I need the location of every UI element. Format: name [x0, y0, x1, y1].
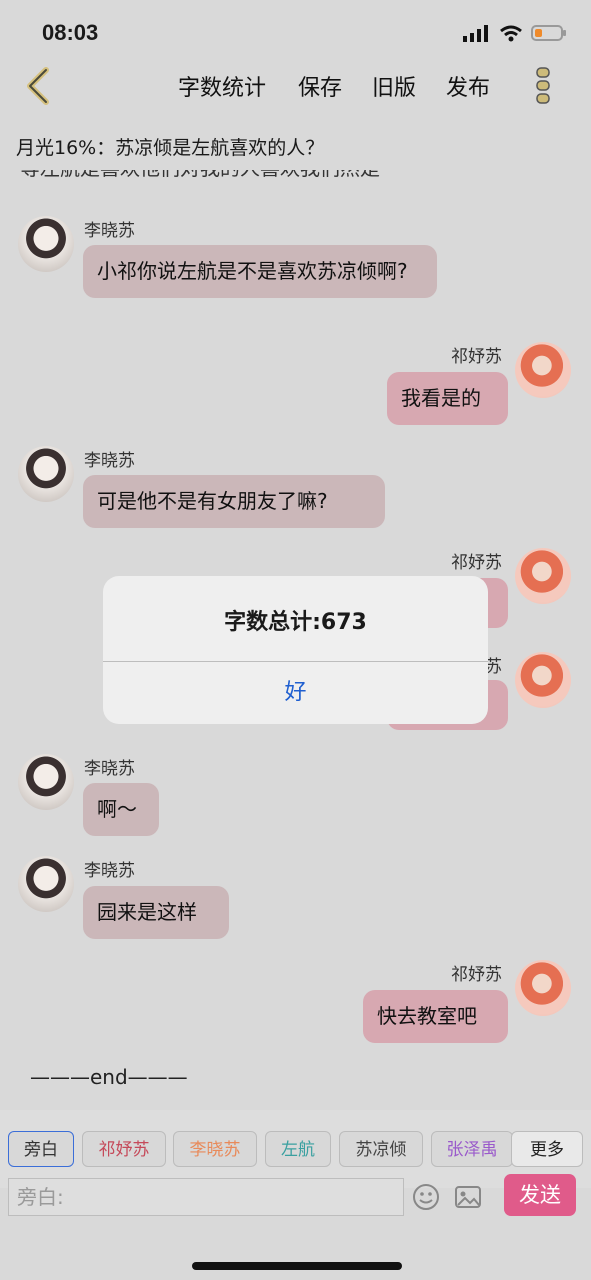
role-chip[interactable]: 张泽禹 — [431, 1131, 513, 1167]
top-nav: 字数统计 保存 旧版 发布 — [0, 60, 591, 112]
battery-icon — [531, 25, 566, 41]
role-chip[interactable]: 祁妤苏 — [82, 1131, 166, 1167]
role-chip-narrator[interactable]: 旁白 — [8, 1131, 74, 1167]
word-count-dialog: 字数总计:673 好 — [103, 576, 488, 724]
wifi-icon — [500, 25, 522, 42]
notice-bar: 月光16%：苏凉倾是左航喜欢的人？ — [16, 137, 325, 159]
word-count-button[interactable]: 字数统计 — [178, 70, 266, 102]
save-button[interactable]: 保存 — [298, 70, 342, 102]
sender-name: 李晓苏 — [84, 221, 135, 241]
dialog-ok-button[interactable]: 好 — [103, 662, 488, 724]
status-icons — [463, 24, 567, 42]
avatar[interactable] — [18, 446, 74, 502]
role-chip[interactable]: 苏凉倾 — [339, 1131, 423, 1167]
message-bubble[interactable]: 可是他不是有女朋友了嘛? — [83, 475, 385, 528]
message-bubble[interactable]: 快去教室吧 — [363, 990, 508, 1043]
message-input[interactable]: 旁白: — [8, 1178, 404, 1216]
more-vertical-icon[interactable] — [534, 66, 552, 106]
input-row: 旁白: 发送 — [0, 1172, 591, 1222]
more-roles-button[interactable]: 更多 — [511, 1131, 583, 1167]
avatar[interactable] — [515, 960, 571, 1016]
avatar[interactable] — [515, 342, 571, 398]
message-bubble[interactable]: 小祁你说左航是不是喜欢苏凉倾啊? — [83, 245, 437, 298]
sender-name: 祁妤苏 — [451, 347, 502, 367]
status-time: 08:03 — [42, 20, 99, 45]
sender-name: 李晓苏 — [84, 759, 135, 779]
old-version-button[interactable]: 旧版 — [372, 70, 416, 102]
message-bubble[interactable]: 园来是这样 — [83, 886, 229, 939]
image-icon[interactable] — [454, 1183, 482, 1211]
send-button[interactable]: 发送 — [504, 1174, 576, 1216]
message-bubble[interactable]: 啊～ — [83, 783, 159, 836]
back-icon[interactable] — [22, 66, 54, 106]
status-bar: 08:03 — [0, 0, 591, 60]
home-indicator — [192, 1262, 402, 1270]
avatar[interactable] — [515, 548, 571, 604]
avatar[interactable] — [18, 856, 74, 912]
sender-name: 祁妤苏 — [451, 553, 502, 573]
avatar[interactable] — [18, 216, 74, 272]
emoji-icon[interactable] — [412, 1183, 440, 1211]
role-chip[interactable]: 左航 — [265, 1131, 331, 1167]
sender-name: 李晓苏 — [84, 861, 135, 881]
message-bubble[interactable]: 我看是的 — [387, 372, 508, 425]
partial-message-text: 等左航是喜欢他们对我的人喜欢我们然是 — [20, 170, 380, 181]
avatar[interactable] — [515, 652, 571, 708]
sender-name: 李晓苏 — [84, 451, 135, 471]
publish-button[interactable]: 发布 — [446, 70, 490, 102]
role-chip[interactable]: 李晓苏 — [173, 1131, 257, 1167]
dialog-title: 字数总计:673 — [224, 610, 367, 635]
signal-icon — [463, 25, 488, 42]
sender-name: 祁妤苏 — [451, 965, 502, 985]
avatar[interactable] — [18, 754, 74, 810]
end-marker: ———end——— — [30, 1065, 188, 1089]
